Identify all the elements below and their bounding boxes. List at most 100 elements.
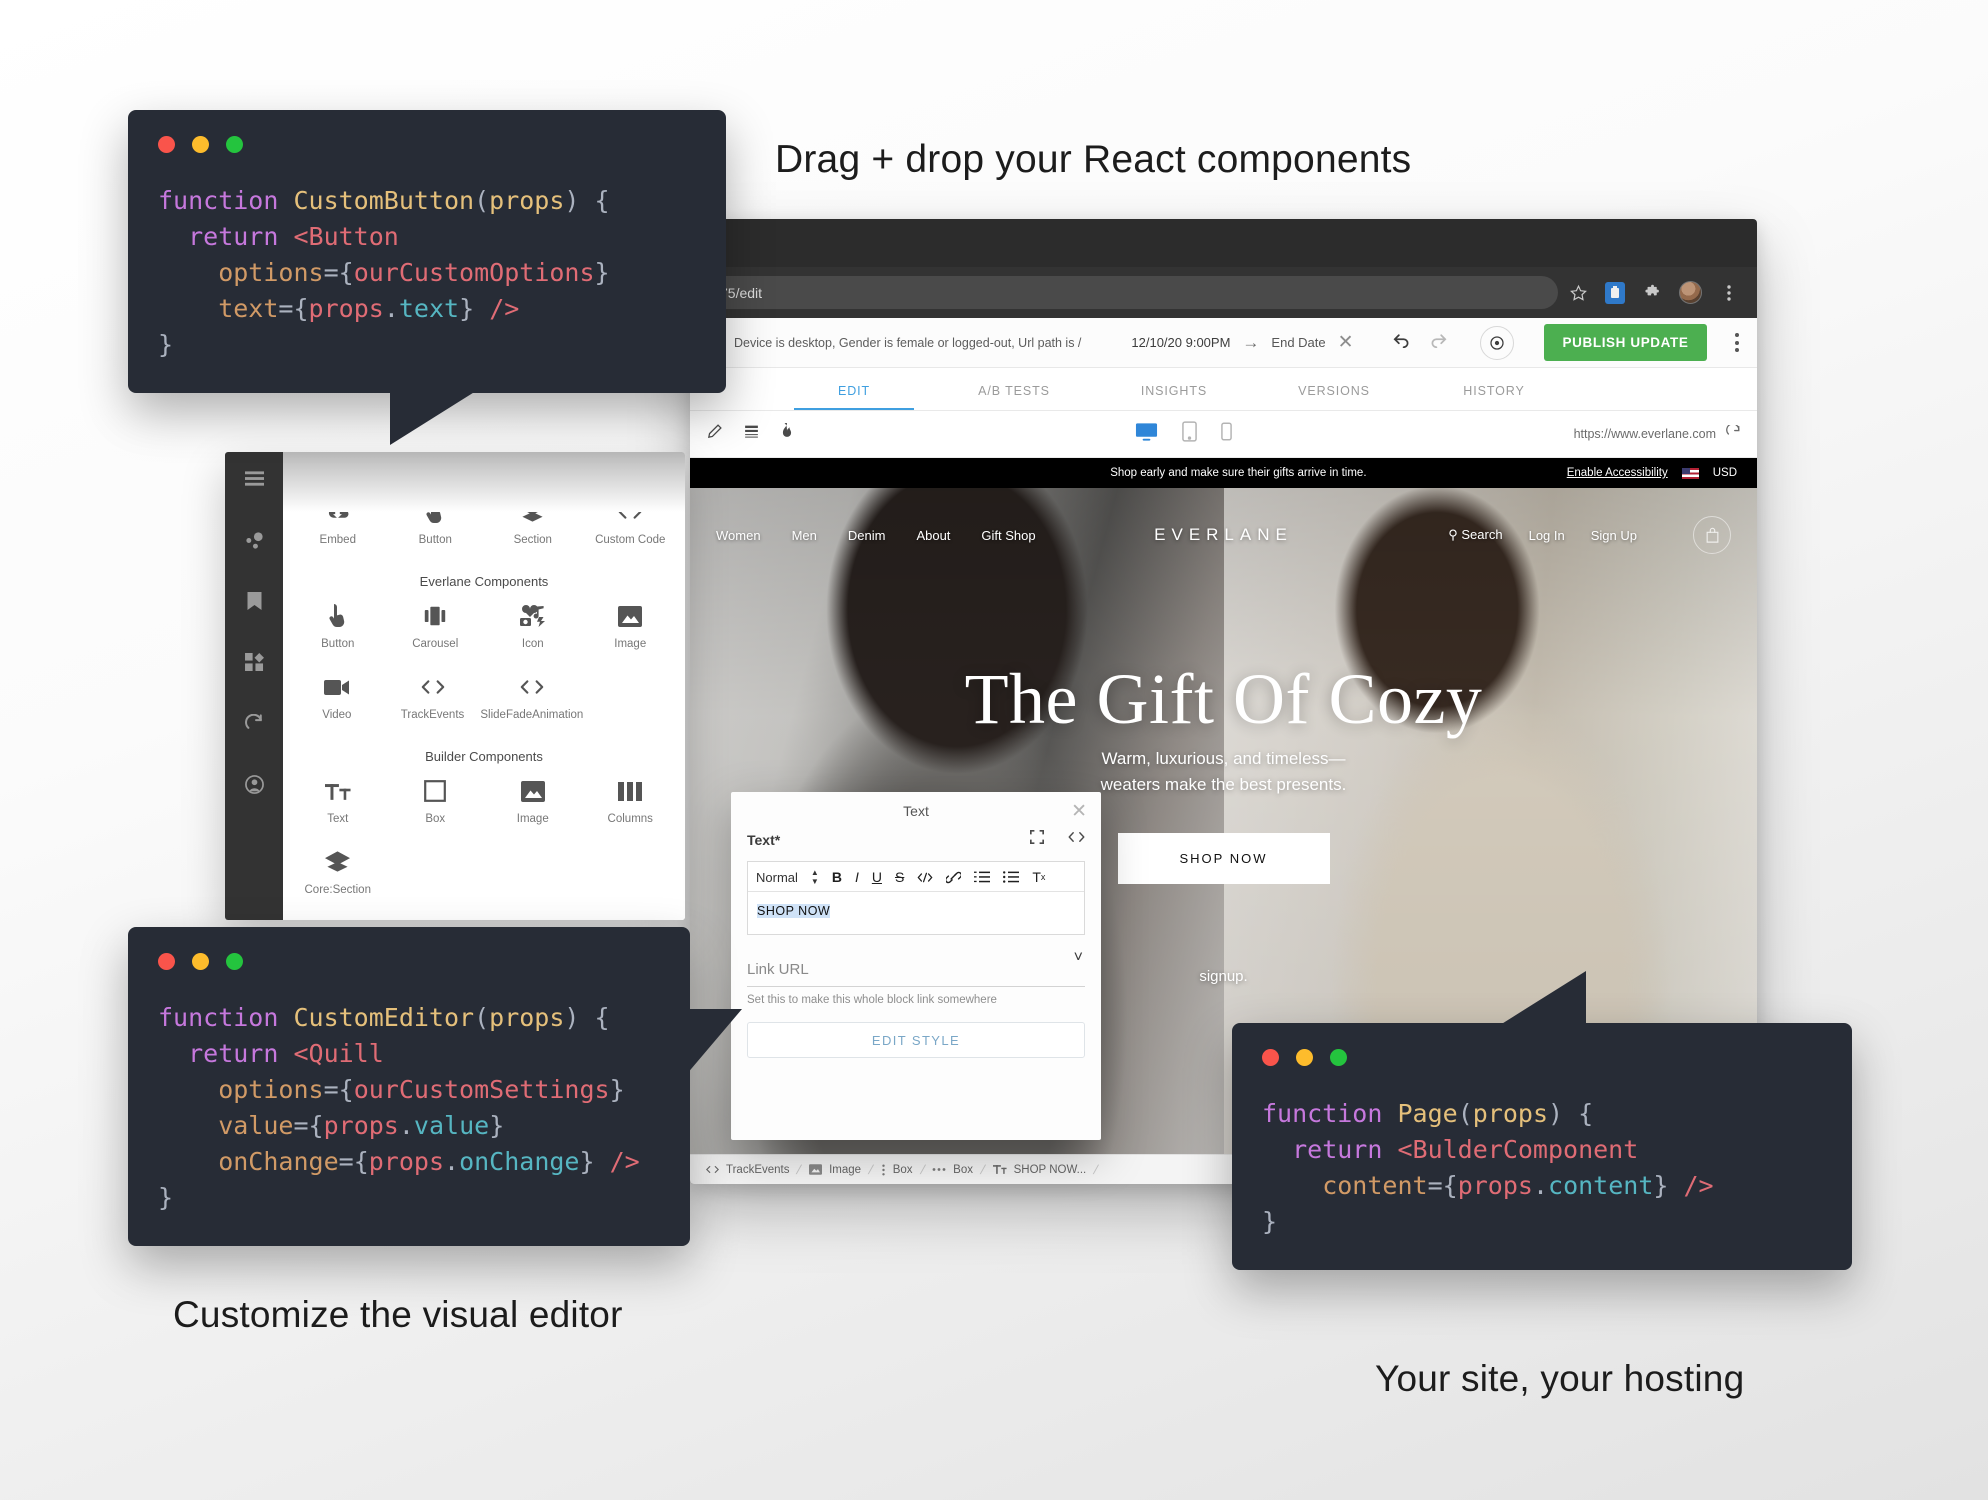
end-date[interactable]: End Date: [1271, 335, 1325, 350]
inline-code-button[interactable]: [917, 872, 933, 883]
palette-item-builder-columns[interactable]: Columns: [582, 768, 680, 839]
nav-item-about[interactable]: About: [916, 528, 950, 543]
builder-side-rail: [225, 452, 283, 920]
tab-ab-tests[interactable]: A/B TESTS: [934, 384, 1094, 410]
preview-toggle[interactable]: [1479, 325, 1514, 360]
close-dot[interactable]: [158, 136, 175, 153]
close-dot[interactable]: [1262, 1049, 1279, 1066]
clear-formatting-button[interactable]: Tx: [1032, 869, 1045, 885]
address-bar[interactable]: 75/edit: [704, 276, 1558, 309]
refresh-icon[interactable]: [1726, 423, 1741, 443]
nav-item-login[interactable]: Log In: [1529, 528, 1565, 543]
maximize-dot[interactable]: [226, 953, 243, 970]
strikethrough-button[interactable]: S: [895, 869, 904, 885]
undo-icon[interactable]: [1392, 332, 1412, 353]
palette-item-video[interactable]: Video: [289, 664, 385, 735]
palette-item-columns-basic[interactable]: Columns: [484, 452, 582, 489]
puzzle-icon[interactable]: [1642, 283, 1662, 303]
hero-shop-now-button[interactable]: SHOP NOW: [1117, 833, 1330, 884]
maximize-dot[interactable]: [1330, 1049, 1347, 1066]
palette-item-carousel[interactable]: Carousel: [387, 593, 485, 664]
kebab-menu-icon[interactable]: [1719, 283, 1739, 303]
tab-edit[interactable]: EDIT: [774, 384, 934, 410]
breadcrumb-item-box-1[interactable]: Box: [875, 1164, 919, 1176]
ordered-list-button[interactable]: [974, 871, 991, 883]
minimize-dot[interactable]: [1296, 1049, 1313, 1066]
shopping-bag-icon[interactable]: [1693, 516, 1731, 554]
desktop-icon[interactable]: [1135, 422, 1158, 447]
profile-avatar[interactable]: [1679, 281, 1702, 304]
palette-item-everlane-button[interactable]: Button: [289, 593, 387, 664]
palette-item-trackevents[interactable]: TrackEvents: [385, 664, 481, 735]
minimize-dot[interactable]: [192, 953, 209, 970]
nodes-icon[interactable]: [243, 529, 265, 551]
us-flag-icon: [1681, 467, 1699, 479]
nav-item-gift-shop[interactable]: Gift Shop: [981, 528, 1035, 543]
blocks-icon[interactable]: [243, 651, 265, 673]
nav-item-men[interactable]: Men: [792, 528, 817, 543]
breadcrumb-item-image[interactable]: Image: [803, 1164, 867, 1176]
extension-blue-icon[interactable]: [1605, 281, 1625, 304]
maximize-dot[interactable]: [226, 136, 243, 153]
currency-label[interactable]: USD: [1713, 467, 1737, 479]
list-icon[interactable]: [243, 468, 265, 490]
palette-item-section[interactable]: Section: [484, 489, 582, 560]
palette-item-box-basic[interactable]: Box: [582, 452, 680, 489]
palette-item-icon[interactable]: Icon: [484, 593, 582, 664]
palette-item-text-basic[interactable]: Text: [289, 452, 387, 489]
refresh-icon[interactable]: [243, 712, 265, 734]
code-icon: [420, 674, 446, 700]
pencil-icon[interactable]: [706, 423, 723, 445]
link-url-field[interactable]: Link URL: [747, 961, 1085, 978]
nav-item-search[interactable]: ⚲ Search: [1448, 527, 1502, 543]
chevron-updown-icon[interactable]: ▲ ▼: [811, 869, 819, 886]
nav-item-denim[interactable]: Denim: [848, 528, 886, 543]
nav-item-women[interactable]: Women: [716, 528, 761, 543]
expand-icon[interactable]: [1029, 829, 1045, 849]
palette-item-embed[interactable]: Embed: [289, 489, 387, 560]
palette-item-builder-image[interactable]: Image: [484, 768, 582, 839]
palette-item-everlane-image[interactable]: Image: [582, 593, 680, 664]
rte-content-area[interactable]: SHOP NOW: [748, 892, 1084, 934]
star-icon[interactable]: [1568, 283, 1588, 303]
bold-button[interactable]: B: [832, 869, 842, 885]
link-button[interactable]: [946, 871, 962, 884]
minimize-dot[interactable]: [192, 136, 209, 153]
tab-versions[interactable]: VERSIONS: [1254, 384, 1414, 410]
toolbar-overflow-icon[interactable]: [1735, 333, 1740, 352]
breadcrumb-item-trackevents[interactable]: TrackEvents: [700, 1164, 795, 1176]
palette-item-builder-text[interactable]: Text: [289, 768, 387, 839]
targeting-control[interactable]: Device is desktop, Gender is female or l…: [702, 331, 1081, 354]
tablet-icon[interactable]: [1182, 421, 1198, 447]
start-date[interactable]: 12/10/20 9:00PM: [1131, 335, 1230, 350]
italic-button[interactable]: I: [855, 869, 859, 885]
html-code-icon[interactable]: [1068, 830, 1085, 849]
flame-icon[interactable]: [780, 422, 794, 446]
palette-item-core-section[interactable]: Core:Section: [289, 839, 387, 910]
bullet-list-button[interactable]: [1003, 871, 1020, 883]
tab-insights[interactable]: INSIGHTS: [1094, 384, 1254, 410]
chevron-down-icon[interactable]: ˅: [1074, 949, 1083, 967]
enable-accessibility-link[interactable]: Enable Accessibility: [1567, 467, 1668, 479]
palette-item-button[interactable]: Button: [387, 489, 485, 560]
breadcrumb-item-shop-now[interactable]: SHOP NOW...: [987, 1164, 1093, 1176]
palette-item-slidefadeanimation[interactable]: SlideFadeAnimation: [480, 664, 583, 735]
tab-history[interactable]: HISTORY: [1414, 384, 1574, 410]
close-icon[interactable]: ✕: [1071, 802, 1087, 821]
underline-button[interactable]: U: [872, 869, 882, 885]
mobile-icon[interactable]: [1221, 422, 1233, 446]
edit-style-button[interactable]: EDIT STYLE: [747, 1022, 1085, 1058]
layers-icon[interactable]: [743, 424, 760, 445]
bookmark-icon[interactable]: [243, 590, 265, 612]
clear-dates-icon[interactable]: ✕: [1338, 333, 1354, 352]
close-dot[interactable]: [158, 953, 175, 970]
breadcrumb-item-box-2[interactable]: Box: [926, 1164, 979, 1176]
palette-item-image-basic[interactable]: Image: [387, 452, 485, 489]
palette-item-custom-code[interactable]: Custom Code: [582, 489, 680, 560]
account-icon[interactable]: [243, 773, 265, 795]
publish-update-button[interactable]: PUBLISH UPDATE: [1543, 324, 1708, 361]
format-dropdown[interactable]: Normal: [756, 870, 798, 885]
palette-item-builder-box[interactable]: Box: [387, 768, 485, 839]
nav-item-signup[interactable]: Sign Up: [1591, 528, 1637, 543]
code-bubble-custom-editor: function CustomEditor(props) { return <Q…: [128, 927, 742, 1246]
